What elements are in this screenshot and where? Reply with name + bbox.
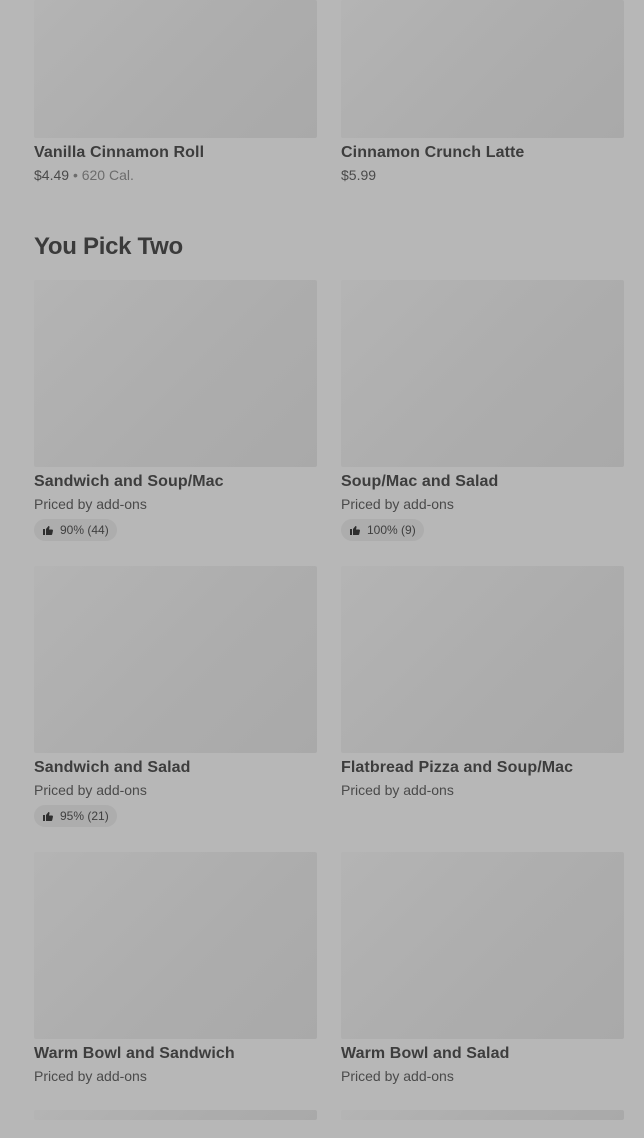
thumbs-up-icon bbox=[350, 526, 360, 535]
rating-badge: 90% (44) bbox=[34, 519, 117, 541]
menu-item-price: Priced by add-ons bbox=[341, 1068, 454, 1084]
pick-two-grid: Sandwich and Soup/Mac Priced by add-ons … bbox=[34, 280, 624, 1138]
rating-badge: 100% (9) bbox=[341, 519, 424, 541]
menu-item-name: Sandwich and Salad bbox=[34, 759, 191, 776]
menu-item-price: Priced by add-ons bbox=[341, 496, 454, 512]
meta-separator: • bbox=[72, 167, 78, 183]
menu-item-name: Sandwich and Soup/Mac bbox=[34, 473, 224, 490]
menu-item-name: Cinnamon Crunch Latte bbox=[341, 144, 525, 161]
menu-item-price: Priced by add-ons bbox=[341, 782, 454, 798]
menu-item-image[interactable] bbox=[34, 566, 317, 753]
menu-item-price: $4.49 bbox=[34, 167, 70, 183]
thumbs-up-icon bbox=[43, 526, 53, 535]
thumbs-up-icon bbox=[43, 812, 53, 821]
menu-item-name: Flatbread Pizza and Soup/Mac bbox=[341, 759, 574, 776]
menu-item-card[interactable]: Flatbread Pizza and Soup/Mac Priced by a… bbox=[341, 566, 624, 852]
section-title: You Pick Two bbox=[34, 233, 183, 260]
menu-item-card[interactable]: Soup/Mac and Salad Priced by add-ons 100… bbox=[341, 280, 624, 566]
menu-item-image[interactable] bbox=[34, 0, 317, 138]
menu-item-image[interactable] bbox=[34, 852, 317, 1039]
menu-item-card[interactable]: Warm Bowl and Salad Priced by add-ons bbox=[341, 852, 624, 1138]
rating-text: 100% (9) bbox=[367, 523, 416, 537]
menu-item-name: Warm Bowl and Sandwich bbox=[34, 1045, 235, 1062]
menu-item-price: Priced by add-ons bbox=[34, 496, 147, 512]
menu-item-image[interactable] bbox=[341, 0, 624, 138]
menu-item-image[interactable] bbox=[341, 1110, 624, 1120]
menu-item-card[interactable] bbox=[341, 1110, 624, 1120]
menu-item-image[interactable] bbox=[341, 566, 624, 753]
menu-item-image[interactable] bbox=[34, 280, 317, 467]
menu-item-price: Priced by add-ons bbox=[34, 782, 147, 798]
rating-badge: 95% (21) bbox=[34, 805, 117, 827]
menu-item-image[interactable] bbox=[341, 852, 624, 1039]
menu-item-meta: $4.49 • 620 Cal. bbox=[34, 166, 317, 184]
menu-item-name: Warm Bowl and Salad bbox=[341, 1045, 510, 1062]
menu-item-name: Soup/Mac and Salad bbox=[341, 473, 499, 490]
menu-item-card[interactable] bbox=[34, 1110, 317, 1120]
menu-item-card[interactable]: Sandwich and Soup/Mac Priced by add-ons … bbox=[34, 280, 317, 566]
menu-item-card[interactable]: Vanilla Cinnamon Roll $4.49 • 620 Cal. bbox=[34, 0, 317, 184]
menu-item-meta: $5.99 bbox=[341, 166, 624, 184]
menu-item-card[interactable]: Warm Bowl and Sandwich Priced by add-ons bbox=[34, 852, 317, 1138]
menu-item-card[interactable]: Sandwich and Salad Priced by add-ons 95%… bbox=[34, 566, 317, 852]
menu-item-image[interactable] bbox=[341, 280, 624, 467]
menu-item-calories: 620 Cal. bbox=[81, 167, 134, 183]
next-row-partial bbox=[34, 1110, 624, 1120]
rating-text: 90% (44) bbox=[60, 523, 109, 537]
menu-item-price: Priced by add-ons bbox=[34, 1068, 147, 1084]
menu-item-name: Vanilla Cinnamon Roll bbox=[34, 144, 205, 161]
menu-item-image[interactable] bbox=[34, 1110, 317, 1120]
menu-item-card[interactable]: Cinnamon Crunch Latte $5.99 bbox=[341, 0, 624, 184]
menu-item-price: $5.99 bbox=[341, 167, 377, 183]
rating-text: 95% (21) bbox=[60, 809, 109, 823]
top-items-grid: Vanilla Cinnamon Roll $4.49 • 620 Cal. C… bbox=[34, 0, 624, 184]
